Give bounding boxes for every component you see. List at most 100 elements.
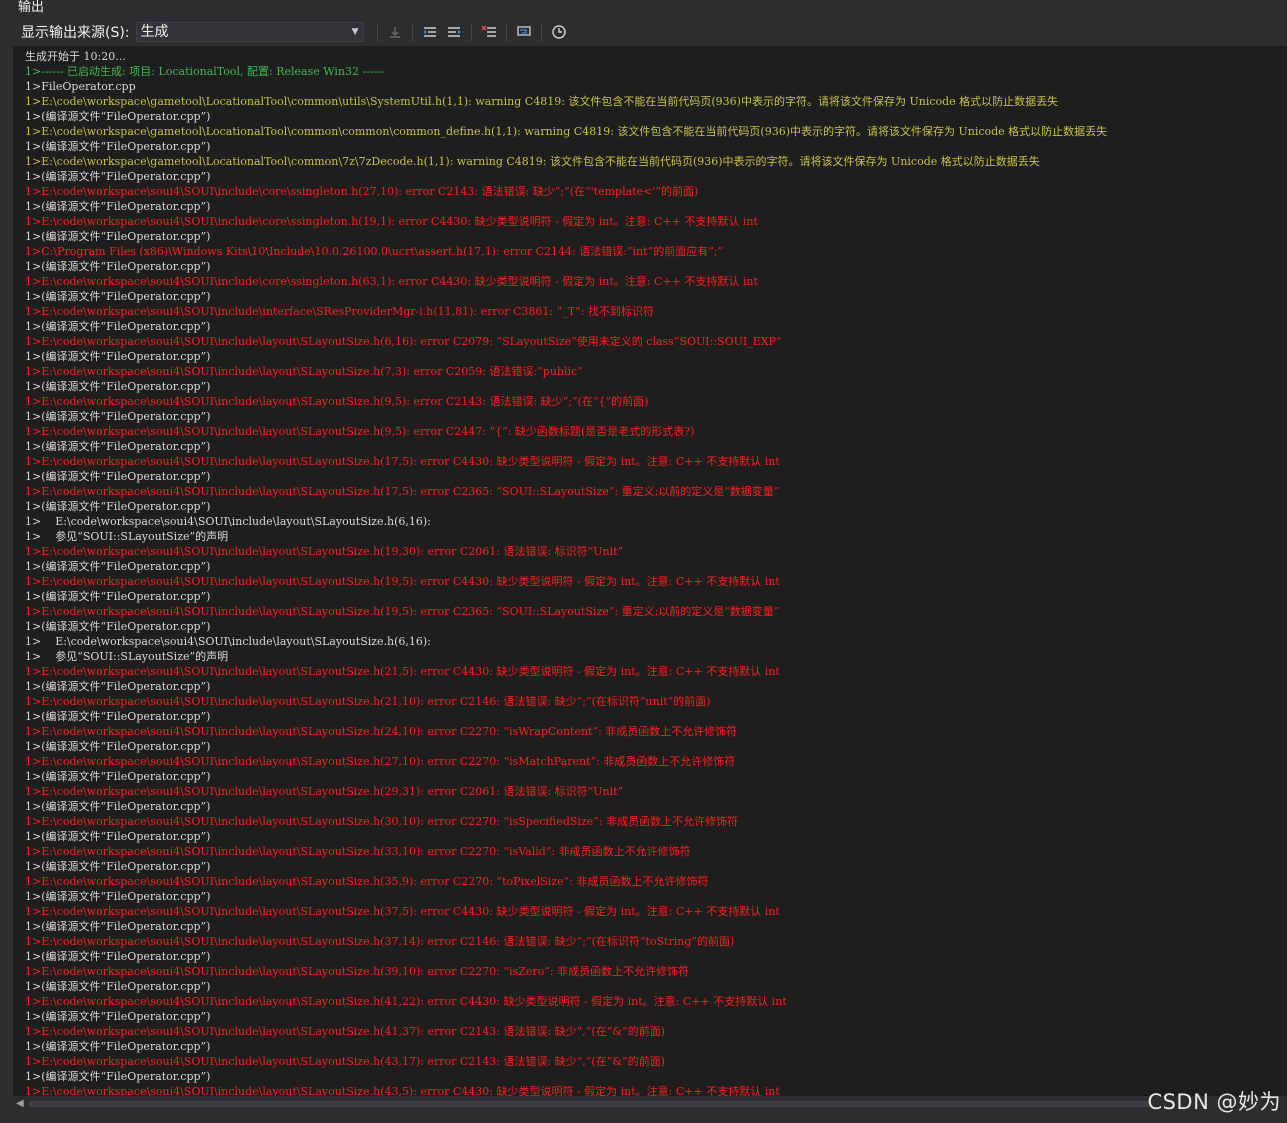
toolbar-separator [376, 23, 378, 41]
clock-icon [551, 25, 566, 39]
chevron-down-icon[interactable]: ▼ [352, 23, 359, 41]
output-line[interactable]: 1>(编译源文件“FileOperator.cpp”) [25, 439, 1107, 454]
output-line[interactable]: 1>(编译源文件“FileOperator.cpp”) [25, 229, 1107, 244]
output-line[interactable]: 1>(编译源文件“FileOperator.cpp”) [25, 979, 1107, 994]
error-line[interactable]: 1>E:\code\workspace\soui4\SOUI\include\l… [25, 784, 1107, 799]
scroll-left-icon[interactable]: ◀ [16, 1098, 24, 1109]
output-line[interactable]: 1>(编译源文件“FileOperator.cpp”) [25, 949, 1107, 964]
error-line[interactable]: 1>E:\code\workspace\soui4\SOUI\include\l… [25, 694, 1107, 709]
error-line[interactable]: 1>E:\code\workspace\soui4\SOUI\include\l… [25, 754, 1107, 769]
error-line[interactable]: 1>E:\code\workspace\soui4\SOUI\include\l… [25, 1054, 1107, 1069]
error-line[interactable]: 1>E:\code\workspace\soui4\SOUI\include\l… [25, 904, 1107, 919]
error-line[interactable]: 1>E:\code\workspace\soui4\SOUI\include\l… [25, 1024, 1107, 1039]
error-line[interactable]: 1>E:\code\workspace\soui4\SOUI\include\i… [25, 304, 1107, 319]
next-message-button[interactable] [444, 22, 464, 42]
word-wrap-button[interactable] [514, 22, 534, 42]
output-toolbar: 显示输出来源(S): 生成 ▼ [13, 18, 1287, 46]
output-line[interactable]: 1>(编译源文件“FileOperator.cpp”) [25, 109, 1107, 124]
status-line[interactable]: 1>------ 已启动生成: 项目: LocationalTool, 配置: … [25, 64, 1107, 79]
error-line[interactable]: 1>E:\code\workspace\soui4\SOUI\include\l… [25, 484, 1107, 499]
output-panel-title: 输出 [0, 0, 1287, 18]
output-line[interactable]: 1> 参见“SOUI::SLayoutSize”的声明 [25, 649, 1107, 664]
output-line[interactable]: 1>(编译源文件“FileOperator.cpp”) [25, 319, 1107, 334]
panel-left-edge [0, 0, 13, 1123]
output-line[interactable]: 1>(编译源文件“FileOperator.cpp”) [25, 859, 1107, 874]
warning-line[interactable]: 1>E:\code\workspace\gametool\LocationalT… [25, 124, 1107, 139]
output-line[interactable]: 1>(编译源文件“FileOperator.cpp”) [25, 1009, 1107, 1024]
goto-location-button[interactable] [385, 22, 405, 42]
output-line[interactable]: 生成开始于 10:20... [25, 49, 1107, 64]
toolbar-separator [411, 23, 413, 41]
clear-all-button[interactable] [479, 22, 499, 42]
output-line[interactable]: 1>(编译源文件“FileOperator.cpp”) [25, 829, 1107, 844]
output-line[interactable]: 1> E:\code\workspace\soui4\SOUI\include\… [25, 634, 1107, 649]
error-line[interactable]: 1>C:\Program Files (x86)\Windows Kits\10… [25, 244, 1107, 259]
source-label: 显示输出来源(S): [21, 25, 130, 41]
error-line[interactable]: 1>E:\code\workspace\soui4\SOUI\include\l… [25, 424, 1107, 439]
goto-location-icon [389, 27, 400, 38]
error-line[interactable]: 1>E:\code\workspace\soui4\SOUI\include\l… [25, 574, 1107, 589]
output-line[interactable]: 1>(编译源文件“FileOperator.cpp”) [25, 889, 1107, 904]
error-line[interactable]: 1>E:\code\workspace\soui4\SOUI\include\l… [25, 874, 1107, 889]
error-line[interactable]: 1>E:\code\workspace\soui4\SOUI\include\c… [25, 184, 1107, 199]
error-line[interactable]: 1>E:\code\workspace\soui4\SOUI\include\l… [25, 394, 1107, 409]
output-line[interactable]: 1>(编译源文件“FileOperator.cpp”) [25, 469, 1107, 484]
error-line[interactable]: 1>E:\code\workspace\soui4\SOUI\include\l… [25, 994, 1107, 1009]
output-line[interactable]: 1>(编译源文件“FileOperator.cpp”) [25, 739, 1107, 754]
output-lines: 生成开始于 10:20... 1>------ 已启动生成: 项目: Locati… [25, 49, 1107, 1096]
error-line[interactable]: 1>E:\code\workspace\soui4\SOUI\include\l… [25, 814, 1107, 829]
output-line[interactable]: 1> E:\code\workspace\soui4\SOUI\include\… [25, 514, 1107, 529]
error-line[interactable]: 1>E:\code\workspace\soui4\SOUI\include\l… [25, 1084, 1107, 1096]
output-line[interactable]: 1> 参见“SOUI::SLayoutSize”的声明 [25, 529, 1107, 544]
source-select[interactable]: 生成 ▼ [135, 22, 364, 42]
error-line[interactable]: 1>E:\code\workspace\soui4\SOUI\include\l… [25, 364, 1107, 379]
warning-line[interactable]: 1>E:\code\workspace\gametool\LocationalT… [25, 154, 1107, 169]
output-line[interactable]: 1>(编译源文件“FileOperator.cpp”) [25, 619, 1107, 634]
clear-all-icon [481, 25, 496, 37]
output-line[interactable]: 1>(编译源文件“FileOperator.cpp”) [25, 499, 1107, 514]
warning-line[interactable]: 1>E:\code\workspace\gametool\LocationalT… [25, 94, 1107, 109]
output-line[interactable]: 1>(编译源文件“FileOperator.cpp”) [25, 409, 1107, 424]
output-line[interactable]: 1>(编译源文件“FileOperator.cpp”) [25, 709, 1107, 724]
output-line[interactable]: 1>(编译源文件“FileOperator.cpp”) [25, 1069, 1107, 1084]
output-line[interactable]: 1>(编译源文件“FileOperator.cpp”) [25, 259, 1107, 274]
previous-message-icon [422, 27, 436, 37]
error-line[interactable]: 1>E:\code\workspace\soui4\SOUI\include\l… [25, 664, 1107, 679]
error-line[interactable]: 1>E:\code\workspace\soui4\SOUI\include\l… [25, 724, 1107, 739]
toolbar-separator [505, 23, 507, 41]
toolbar-separator [470, 23, 472, 41]
output-line[interactable]: 1>(编译源文件“FileOperator.cpp”) [25, 919, 1107, 934]
output-line[interactable]: 1>(编译源文件“FileOperator.cpp”) [25, 1039, 1107, 1054]
next-message-icon [447, 27, 461, 37]
previous-message-button[interactable] [420, 22, 440, 42]
error-line[interactable]: 1>E:\code\workspace\soui4\SOUI\include\l… [25, 604, 1107, 619]
output-line[interactable]: 1>(编译源文件“FileOperator.cpp”) [25, 349, 1107, 364]
error-line[interactable]: 1>E:\code\workspace\soui4\SOUI\include\l… [25, 964, 1107, 979]
output-line[interactable]: 1>(编译源文件“FileOperator.cpp”) [25, 289, 1107, 304]
horizontal-scrollbar[interactable]: ◀ [13, 1096, 1287, 1112]
watermark: CSDN @妙为 [1147, 1090, 1281, 1114]
scrollbar-thumb[interactable] [29, 1101, 1149, 1107]
output-line[interactable]: 1>(编译源文件“FileOperator.cpp”) [25, 379, 1107, 394]
output-line[interactable]: 1>FileOperator.cpp [25, 79, 1107, 94]
output-line[interactable]: 1>(编译源文件“FileOperator.cpp”) [25, 679, 1107, 694]
output-line[interactable]: 1>(编译源文件“FileOperator.cpp”) [25, 799, 1107, 814]
output-line[interactable]: 1>(编译源文件“FileOperator.cpp”) [25, 589, 1107, 604]
error-line[interactable]: 1>E:\code\workspace\soui4\SOUI\include\l… [25, 544, 1107, 559]
output-line[interactable]: 1>(编译源文件“FileOperator.cpp”) [25, 169, 1107, 184]
error-line[interactable]: 1>E:\code\workspace\soui4\SOUI\include\l… [25, 844, 1107, 859]
word-wrap-icon [516, 26, 531, 36]
output-pane[interactable]: 生成开始于 10:20... 1>------ 已启动生成: 项目: Locati… [13, 46, 1287, 1096]
error-line[interactable]: 1>E:\code\workspace\soui4\SOUI\include\c… [25, 214, 1107, 229]
output-line[interactable]: 1>(编译源文件“FileOperator.cpp”) [25, 769, 1107, 784]
output-line[interactable]: 1>(编译源文件“FileOperator.cpp”) [25, 199, 1107, 214]
error-line[interactable]: 1>E:\code\workspace\soui4\SOUI\include\l… [25, 934, 1107, 949]
output-line[interactable]: 1>(编译源文件“FileOperator.cpp”) [25, 559, 1107, 574]
toolbar-separator [540, 23, 542, 41]
show-timestamps-button[interactable] [549, 22, 569, 42]
error-line[interactable]: 1>E:\code\workspace\soui4\SOUI\include\l… [25, 454, 1107, 469]
output-line[interactable]: 1>(编译源文件“FileOperator.cpp”) [25, 139, 1107, 154]
error-line[interactable]: 1>E:\code\workspace\soui4\SOUI\include\c… [25, 274, 1107, 289]
status-strip [0, 1112, 1287, 1123]
error-line[interactable]: 1>E:\code\workspace\soui4\SOUI\include\l… [25, 334, 1107, 349]
